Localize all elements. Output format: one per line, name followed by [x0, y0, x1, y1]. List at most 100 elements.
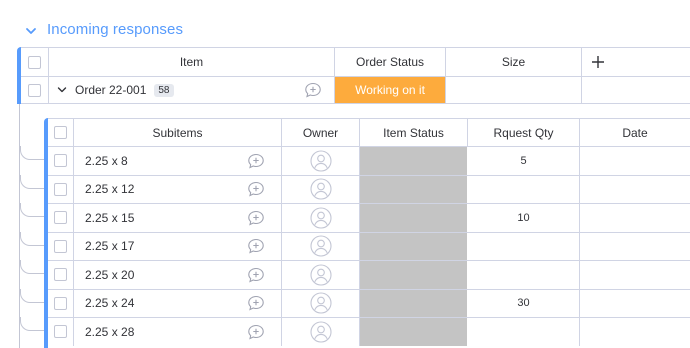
subitem-checkbox[interactable] — [54, 182, 67, 196]
size-cell[interactable] — [446, 77, 582, 103]
subitem-item-status-cell[interactable] — [360, 175, 468, 203]
column-header-item-label: Item — [179, 55, 204, 69]
subitem-tree-line — [19, 104, 20, 348]
subitem-owner-cell[interactable] — [282, 204, 360, 232]
subitem-date-cell[interactable] — [580, 318, 690, 346]
subitem-owner-cell[interactable] — [282, 261, 360, 289]
subitem-name[interactable]: 2.25 x 17 — [85, 239, 134, 253]
subitem-checkbox[interactable] — [54, 325, 67, 339]
subitems-select-all-cell — [48, 119, 74, 146]
subitem-date-cell[interactable] — [580, 204, 690, 232]
select-all-checkbox[interactable] — [28, 55, 41, 69]
subitem-name-cell[interactable]: 2.25 x 20 — [74, 261, 231, 289]
subitem-item-status-cell[interactable] — [360, 232, 468, 260]
subitem-item-status-cell[interactable] — [360, 289, 468, 317]
subitem-qty-cell[interactable]: 10 — [468, 204, 580, 232]
subitem-name-cell[interactable]: 2.25 x 17 — [74, 233, 231, 261]
column-header-owner[interactable]: Owner — [282, 119, 360, 146]
subitem-item-status-cell[interactable] — [360, 318, 468, 346]
item-updates-button[interactable] — [292, 77, 335, 103]
subitem-owner-cell[interactable] — [282, 232, 360, 260]
subitem-name-cell[interactable]: 2.25 x 8 — [74, 147, 231, 175]
subitem-row[interactable]: 2.25 x 12 — [48, 174, 690, 204]
subitem-qty-cell[interactable] — [468, 232, 580, 260]
chat-plus-icon — [248, 239, 264, 254]
subitem-updates-button[interactable] — [231, 261, 282, 289]
subitem-name[interactable]: 2.25 x 8 — [85, 154, 128, 168]
subitem-checkbox[interactable] — [54, 296, 67, 310]
item-checkbox[interactable] — [28, 83, 41, 97]
chat-plus-icon — [305, 82, 321, 98]
subitem-updates-button[interactable] — [231, 204, 282, 232]
subitem-tree-branch — [20, 203, 44, 217]
subitem-item-status-cell[interactable] — [360, 261, 468, 289]
person-circle-icon — [309, 321, 332, 343]
subitem-name[interactable]: 2.25 x 28 — [85, 325, 134, 339]
subitem-updates-button[interactable] — [231, 318, 282, 346]
subitem-qty-cell[interactable] — [468, 261, 580, 289]
subitem-name-cell[interactable]: 2.25 x 12 — [74, 176, 231, 204]
subitem-name[interactable]: 2.25 x 20 — [85, 268, 134, 282]
column-header-order-status-label: Order Status — [355, 55, 425, 69]
item-name-cell[interactable]: Order 22-001 58 — [49, 77, 292, 103]
subitem-name[interactable]: 2.25 x 15 — [85, 211, 134, 225]
subitem-select-cell — [48, 318, 74, 346]
subitem-name[interactable]: 2.25 x 24 — [85, 296, 134, 310]
subitem-owner-cell[interactable] — [282, 175, 360, 203]
subitem-row[interactable]: 2.25 x 8 5 — [48, 146, 690, 175]
column-header-item-status[interactable]: Item Status — [360, 119, 468, 146]
subitem-tree-branch — [20, 317, 44, 331]
subitem-row[interactable]: 2.25 x 17 — [48, 231, 690, 261]
subitem-row[interactable]: 2.25 x 15 10 — [48, 203, 690, 232]
subitem-date-cell[interactable] — [580, 233, 690, 261]
subitem-tree-branch — [20, 174, 44, 189]
subitem-qty-cell[interactable]: 30 — [468, 289, 580, 317]
add-column-button[interactable] — [582, 48, 614, 76]
column-header-size[interactable]: Size — [446, 48, 582, 76]
item-name[interactable]: Order 22-001 — [75, 83, 146, 97]
subitem-count-badge[interactable]: 58 — [154, 83, 174, 97]
column-header-item[interactable]: Item — [49, 48, 335, 76]
subitem-updates-button[interactable] — [231, 175, 282, 203]
subitem-owner-cell[interactable] — [282, 289, 360, 317]
subitem-date-cell[interactable] — [580, 147, 690, 175]
item-row[interactable]: Order 22-001 58 Working on it — [21, 76, 690, 104]
subitem-updates-button[interactable] — [231, 147, 282, 175]
order-status-cell[interactable]: Working on it — [335, 77, 446, 103]
subitem-name[interactable]: 2.25 x 12 — [85, 182, 134, 196]
subitem-name-cell[interactable]: 2.25 x 24 — [74, 290, 231, 318]
subitem-name-cell[interactable]: 2.25 x 15 — [74, 204, 231, 232]
subitem-updates-button[interactable] — [231, 289, 282, 317]
subitem-qty-cell[interactable] — [468, 318, 580, 346]
subitem-checkbox[interactable] — [54, 154, 67, 168]
subitem-row[interactable]: 2.25 x 20 — [48, 260, 690, 289]
subitem-select-cell — [48, 175, 74, 203]
subitem-row[interactable]: 2.25 x 24 30 — [48, 288, 690, 318]
person-circle-icon — [309, 292, 332, 314]
column-header-date[interactable]: Date — [580, 119, 690, 146]
subitem-updates-button[interactable] — [231, 232, 282, 260]
column-header-request-qty[interactable]: Rquest Qty — [468, 119, 580, 146]
subitem-owner-cell[interactable] — [282, 147, 360, 175]
subitem-date-cell[interactable] — [580, 176, 690, 204]
subitem-checkbox[interactable] — [54, 211, 67, 225]
subitem-checkbox[interactable] — [54, 268, 67, 282]
subitem-name-cell[interactable]: 2.25 x 28 — [74, 318, 231, 346]
subitem-date-cell[interactable] — [580, 290, 690, 318]
column-header-date-label: Date — [622, 125, 648, 140]
subitem-date-cell[interactable] — [580, 261, 690, 289]
subitems-select-all-checkbox[interactable] — [54, 126, 67, 139]
subitem-row[interactable]: 2.25 x 28 — [48, 317, 690, 346]
item-select-cell — [21, 77, 49, 103]
group-collapse-chevron-icon[interactable] — [24, 24, 38, 38]
column-header-subitems[interactable]: Subitems — [74, 119, 282, 146]
subitem-checkbox[interactable] — [54, 239, 67, 253]
subitem-item-status-cell[interactable] — [360, 147, 468, 175]
group-title[interactable]: Incoming responses — [47, 21, 183, 38]
subitem-owner-cell[interactable] — [282, 318, 360, 346]
subitem-item-status-cell[interactable] — [360, 204, 468, 232]
subitem-qty-cell[interactable] — [468, 175, 580, 203]
expand-subitems-chevron-icon[interactable] — [55, 83, 69, 97]
column-header-order-status[interactable]: Order Status — [335, 48, 446, 76]
subitem-qty-cell[interactable]: 5 — [468, 147, 580, 175]
